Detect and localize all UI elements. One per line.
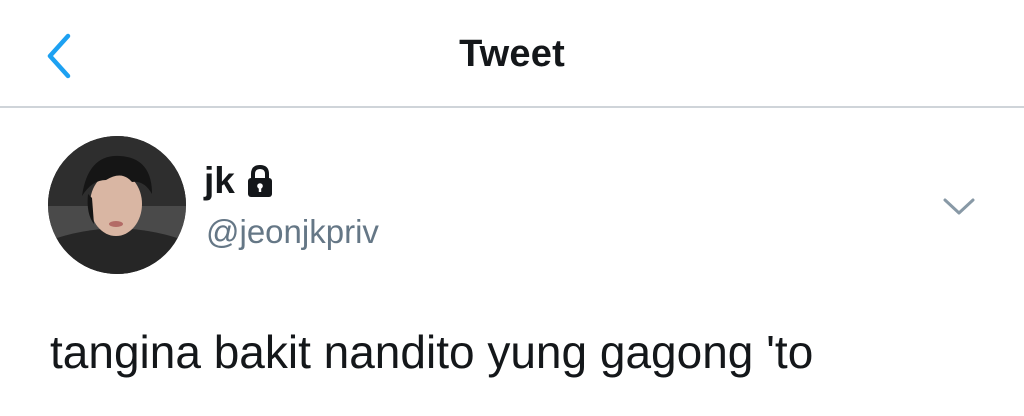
avatar[interactable] (48, 136, 186, 274)
lock-icon (245, 164, 275, 200)
tweet-text: tangina bakit nandito yung gagong 'to (50, 326, 814, 378)
chevron-down-icon (943, 198, 975, 215)
tweet-menu-button[interactable] (940, 194, 978, 220)
author-display-name[interactable]: jk (204, 160, 235, 202)
tweet-card: jk @jeonjkpriv tangina bakit nandito yun… (0, 108, 1024, 416)
page-title: Tweet (459, 33, 565, 75)
author-handle[interactable]: @jeonjkpriv (206, 212, 379, 252)
author-name-row: jk (204, 160, 275, 202)
navigation-bar: Tweet (0, 0, 1024, 108)
